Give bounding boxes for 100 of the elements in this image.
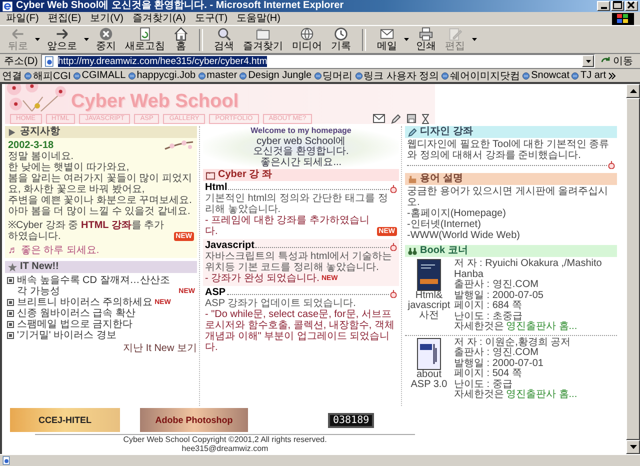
publisher-link[interactable]: 영진출판사 홈... — [506, 389, 578, 400]
address-label: 주소(D) — [4, 55, 38, 68]
toolbar-button[interactable]: 앞으로 — [43, 27, 81, 52]
banner-link[interactable]: CCEJ-HITEL — [10, 408, 120, 432]
news-link[interactable]: 배속 높을수록 CD 잘깨져…산산조각 가능성 — [17, 275, 177, 297]
toolbar-button[interactable]: 메일 — [373, 27, 401, 52]
section-header: 디자인 강좌 — [405, 126, 617, 138]
link-button[interactable]: master — [198, 70, 238, 81]
stop-icon — [99, 27, 113, 41]
book-detail: 난이도 : 초중급 — [454, 312, 522, 322]
course-note: - "Do while문, select case문, for문, 서브프로시저와 함수호출, 콜렉션, 내장함수, 객체개념과 이해" 부분이 업그레이드 되었습니다. — [205, 309, 396, 353]
banner-link[interactable]: Adobe Photoshop — [140, 408, 248, 432]
link-button[interactable]: Snowcat — [522, 70, 570, 81]
globe-icon — [300, 27, 314, 41]
branch-drawing — [164, 139, 194, 151]
link-button[interactable]: happycgi.Job — [128, 70, 196, 81]
toolbar-button[interactable]: 중지 — [92, 27, 120, 52]
course-note: - 프레임에 대한 강좌를 추가하였습니다. — [205, 215, 370, 237]
course-description: ASP 강좌가 업데이트 되었습니다. — [205, 298, 357, 309]
book-detail: 발행일 : 2000-07-05 — [454, 290, 544, 300]
go-button[interactable]: 이동 — [598, 54, 636, 68]
toolbar-button[interactable]: 미디어 — [288, 27, 326, 52]
address-field[interactable]: http://my.dreamwiz.com/hee315/cyber/cyber4.htm — [40, 54, 595, 68]
glossary-link[interactable]: -인터넷(Internet) — [407, 219, 615, 230]
binoculars-icon — [408, 246, 417, 256]
link-button[interactable]: 쉐어이미지닷컴 — [441, 68, 520, 82]
section-header: IT New!! — [5, 261, 197, 273]
toolbar-button[interactable]: 새로고침 — [121, 27, 169, 52]
more-link[interactable]: 지난 It New 보기 — [123, 343, 197, 354]
book-detail: 자세한것은 — [454, 389, 504, 400]
book-detail: 페이지 : 504 쪽 — [454, 369, 523, 380]
toolbar-button[interactable]: 홈 — [170, 27, 192, 52]
course-link[interactable]: ASP — [205, 287, 226, 298]
arrow-icon — [8, 128, 17, 136]
design-text: 웹디자인에 필요한 Tool에 대한 기본적인 종류와 정의에 대해서 강좌를 준비했습니다. — [407, 139, 610, 161]
chevron-icon — [608, 72, 616, 80]
notice-text: 한 낮에는 햇볕이 따가와요, — [8, 162, 130, 173]
news-link[interactable]: 신종 웜바이러스 급속 확산 — [17, 308, 136, 319]
menu-item[interactable]: 파일(F) — [6, 12, 39, 24]
visit-counter: 038189 — [328, 412, 374, 428]
news-link[interactable]: 브리트니 바이러스 주의하세요 — [17, 297, 153, 308]
notice-text: ※Cyber 강좌 중 HTML 강좌를 추가 하였습니다. — [8, 220, 166, 242]
caret-icon — [84, 38, 89, 41]
publisher-link[interactable]: 영진출판사 홈... — [506, 321, 578, 332]
toolbar-button[interactable]: 즐겨찾기 — [239, 27, 287, 52]
toolbar-button[interactable]: 인쇄 — [412, 27, 440, 52]
caret-down-icon — [630, 445, 636, 449]
caret-icon — [586, 60, 590, 62]
bullet-icon — [7, 310, 14, 317]
bullet-icon — [7, 299, 14, 306]
news-link[interactable]: 스팸메일 법으로 금지한다 — [17, 319, 133, 330]
arrow-left-icon — [11, 27, 25, 41]
book-detail: 저 자 : Ryuichi Okakura ,/Mashito Hanba — [454, 259, 603, 280]
book-detail: 출판사 : 영진.COM — [454, 280, 540, 290]
book-caption: about ASP 3.0 — [410, 370, 448, 390]
dropdown-button[interactable] — [582, 55, 594, 67]
glossary-link[interactable]: -홈페이지(Homepage) — [407, 208, 615, 219]
close-button[interactable] — [625, 1, 638, 11]
maximize-button[interactable] — [611, 1, 624, 11]
menu-item[interactable]: 즐겨찾기(A) — [132, 12, 186, 24]
news-link[interactable]: '기거밀' 바이러스 경보 — [17, 330, 116, 341]
book-detail: 자세한것은 — [454, 321, 504, 332]
envelope-icon[interactable] — [373, 114, 385, 123]
search-icon — [217, 27, 231, 41]
course-description: 기본적인 html의 정의와 간단한 태그를 정리해 놓았습니다. — [205, 193, 389, 215]
course-link[interactable]: Html — [205, 182, 228, 193]
scroll-up-button[interactable] — [626, 84, 640, 98]
menu-item[interactable]: 도구(T) — [194, 12, 228, 24]
book-detail: 출판사 : 영진.COM — [454, 348, 538, 358]
book-caption: Html& javascript 사전 — [407, 291, 451, 321]
link-button[interactable]: Design Jungle — [239, 70, 312, 81]
link-button[interactable]: CGIMALL — [72, 70, 126, 81]
section-header: Cyber 강 좌 — [203, 169, 399, 181]
window-title: Cyber Web Shool에 오신것을 환영합니다. - Microsoft Internet Explorer — [16, 0, 344, 12]
course-link[interactable]: Javascript — [205, 240, 254, 251]
menu-item[interactable]: 도움말(H) — [236, 12, 280, 24]
glossary-text: 궁금한 용어가 있으시면 게시판에 올려주십시오. — [407, 186, 610, 208]
hourglass-icon[interactable] — [422, 114, 429, 124]
book-cover-drawing — [417, 338, 441, 370]
menu-item[interactable]: 편집(E) — [48, 12, 82, 24]
email-link[interactable]: hee315@dreamwiz.com — [35, 444, 415, 453]
link-button[interactable]: TJ art — [571, 70, 606, 81]
link-button[interactable]: 해피CGI — [24, 68, 71, 82]
notice-date: 2002-3-18 — [8, 140, 54, 150]
bullet-icon — [7, 332, 14, 339]
link-button[interactable]: 링크 사용자 정의 — [354, 68, 440, 82]
welcome-text: cyber web School에 — [256, 136, 346, 146]
caret-icon — [404, 38, 409, 41]
course-description: 자바스크립트의 특성과 html에서 기술하는 위치등 기본 코드를 정리해 놓았습니다. — [205, 251, 394, 273]
minimize-button[interactable] — [597, 1, 610, 11]
section-header: Book 코너 — [405, 245, 617, 257]
scroll-down-button[interactable] — [626, 440, 640, 454]
notice-text: 주변을 예쁜 꽃이나 화분으로 꾸며보세요. — [8, 195, 193, 206]
book-cover-drawing — [417, 259, 441, 291]
menu-item[interactable]: 보기(V) — [90, 12, 124, 24]
toolbar-button[interactable]: 검색 — [210, 27, 238, 52]
folder-icon — [256, 27, 270, 41]
toolbar-button[interactable]: 기록 — [327, 27, 355, 52]
link-button[interactable]: 딩머리 — [314, 68, 353, 82]
glossary-link[interactable]: -WWW(World Wide Web) — [407, 230, 615, 241]
